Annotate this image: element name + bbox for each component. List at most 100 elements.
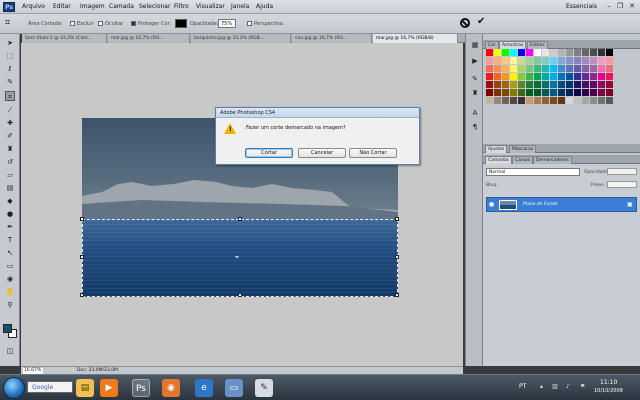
color-swatch[interactable]	[590, 73, 597, 80]
move-tool-icon[interactable]: ➤	[5, 38, 15, 48]
tray-flag-icon[interactable]: ⚑	[580, 383, 585, 390]
cancelar-button[interactable]: Cancelar	[298, 148, 346, 158]
start-button[interactable]	[3, 377, 25, 399]
color-swatch[interactable]	[542, 65, 549, 72]
blend-mode-select[interactable]: Normal	[486, 168, 580, 176]
color-swatch[interactable]	[566, 81, 573, 88]
color-swatch[interactable]	[582, 65, 589, 72]
color-swatch[interactable]	[542, 49, 549, 56]
color-swatch[interactable]	[550, 65, 557, 72]
color-swatch[interactable]	[582, 49, 589, 56]
clock-time[interactable]: 11:10	[600, 379, 617, 386]
color-swatch[interactable]	[518, 73, 525, 80]
color-swatch[interactable]	[582, 89, 589, 96]
color-swatch[interactable]	[534, 49, 541, 56]
color-swatch[interactable]	[606, 89, 613, 96]
menu-editar[interactable]: Editar	[53, 3, 71, 10]
color-swatch[interactable]	[510, 97, 517, 104]
color-swatch[interactable]	[582, 97, 589, 104]
color-swatch[interactable]	[526, 81, 533, 88]
tab-document[interactable]: ceu.jpg @ 16,7% (RG...	[292, 34, 372, 43]
zoom-tool-icon[interactable]: ⚲	[5, 300, 15, 310]
shape-tool-icon[interactable]: ▭	[5, 261, 15, 271]
color-swatch[interactable]	[550, 49, 557, 56]
healing-brush-icon[interactable]: ✚	[5, 118, 15, 128]
explorer-task-icon[interactable]: ▭	[225, 379, 243, 397]
color-swatch[interactable]	[542, 81, 549, 88]
ocultar-radio[interactable]	[98, 21, 103, 26]
color-swatch[interactable]	[598, 81, 605, 88]
crop-tool-icon[interactable]: ⌗	[5, 91, 15, 101]
crop-handle[interactable]	[80, 217, 84, 221]
eyedropper-icon[interactable]: ⁄	[5, 105, 15, 115]
color-swatch[interactable]	[598, 73, 605, 80]
color-swatch[interactable]	[534, 97, 541, 104]
color-swatch[interactable]	[518, 49, 525, 56]
paragraph-panel-icon[interactable]: ¶	[470, 122, 480, 132]
history-brush-icon[interactable]: ↺	[5, 157, 15, 167]
color-swatch[interactable]	[590, 57, 597, 64]
color-swatch[interactable]	[606, 73, 613, 80]
color-swatch[interactable]	[494, 65, 501, 72]
crop-handle[interactable]	[80, 255, 84, 259]
gradient-icon[interactable]: ▤	[5, 183, 15, 193]
color-swatch[interactable]	[598, 57, 605, 64]
tray-network-icon[interactable]: ▥	[552, 383, 558, 390]
layer-name[interactable]: Plano de Fundo	[523, 202, 558, 207]
type-tool-icon[interactable]: T	[5, 235, 15, 245]
commit-crop-icon[interactable]: ✔	[477, 16, 485, 28]
color-swatch[interactable]	[582, 73, 589, 80]
color-swatch[interactable]	[494, 57, 501, 64]
shield-color-swatch[interactable]	[175, 19, 187, 28]
color-swatch[interactable]	[486, 89, 493, 96]
hand-tool-icon[interactable]: ✋	[5, 287, 15, 297]
photoshop-logo-icon[interactable]: Ps	[3, 2, 15, 12]
tab-canais[interactable]: Canais	[512, 156, 534, 164]
paint-icon[interactable]: ✎	[255, 379, 273, 397]
color-swatch[interactable]	[502, 81, 509, 88]
color-swatch[interactable]	[486, 49, 493, 56]
color-swatch[interactable]	[566, 49, 573, 56]
color-swatch[interactable]	[574, 65, 581, 72]
tray-up-arrow-icon[interactable]: ▴	[540, 383, 543, 390]
color-swatch[interactable]	[502, 49, 509, 56]
clone-source-icon[interactable]: ♜	[470, 88, 480, 98]
color-swatch[interactable]	[510, 89, 517, 96]
color-swatch[interactable]	[590, 81, 597, 88]
color-swatch[interactable]	[582, 81, 589, 88]
color-swatch[interactable]	[502, 65, 509, 72]
color-swatch[interactable]	[510, 49, 517, 56]
color-swatch[interactable]	[542, 97, 549, 104]
color-swatch[interactable]	[526, 89, 533, 96]
color-swatch[interactable]	[550, 89, 557, 96]
color-swatch[interactable]	[574, 97, 581, 104]
crop-tool-icon[interactable]: ⌗	[5, 18, 10, 29]
nao-cortar-button[interactable]: Não Cortar	[349, 148, 397, 158]
pen-tool-icon[interactable]: ✒	[5, 222, 15, 232]
crop-handle[interactable]	[238, 217, 242, 221]
folder-icon[interactable]: ▤	[76, 379, 94, 397]
color-swatch[interactable]	[558, 49, 565, 56]
path-select-icon[interactable]: ↖	[5, 248, 15, 258]
color-swatch[interactable]	[574, 89, 581, 96]
brushes-panel-icon[interactable]: ✎	[470, 74, 480, 84]
foreground-color[interactable]	[3, 324, 12, 333]
color-swatch[interactable]	[534, 65, 541, 72]
color-swatch[interactable]	[534, 81, 541, 88]
color-swatch[interactable]	[518, 81, 525, 88]
color-swatch[interactable]	[606, 57, 613, 64]
tab-document[interactable]: barquinho.jpg @ 33,3% (RGB...	[191, 34, 291, 43]
color-swatch[interactable]	[542, 57, 549, 64]
color-swatch[interactable]	[550, 73, 557, 80]
color-swatch[interactable]	[494, 81, 501, 88]
color-swatch[interactable]	[574, 49, 581, 56]
visibility-eye-icon[interactable]: ●	[489, 201, 494, 208]
google-search-box[interactable]: Google	[27, 381, 73, 393]
color-swatch[interactable]	[502, 73, 509, 80]
tray-volume-icon[interactable]: ♪	[566, 383, 570, 390]
tab-document[interactable]: Sem título-1 @ 33,3% (Cam...	[22, 34, 107, 43]
color-swatch[interactable]	[558, 57, 565, 64]
photoshop-task-icon[interactable]: Ps	[132, 379, 150, 397]
color-swatch[interactable]	[598, 65, 605, 72]
menu-camada[interactable]: Camada	[109, 3, 134, 10]
